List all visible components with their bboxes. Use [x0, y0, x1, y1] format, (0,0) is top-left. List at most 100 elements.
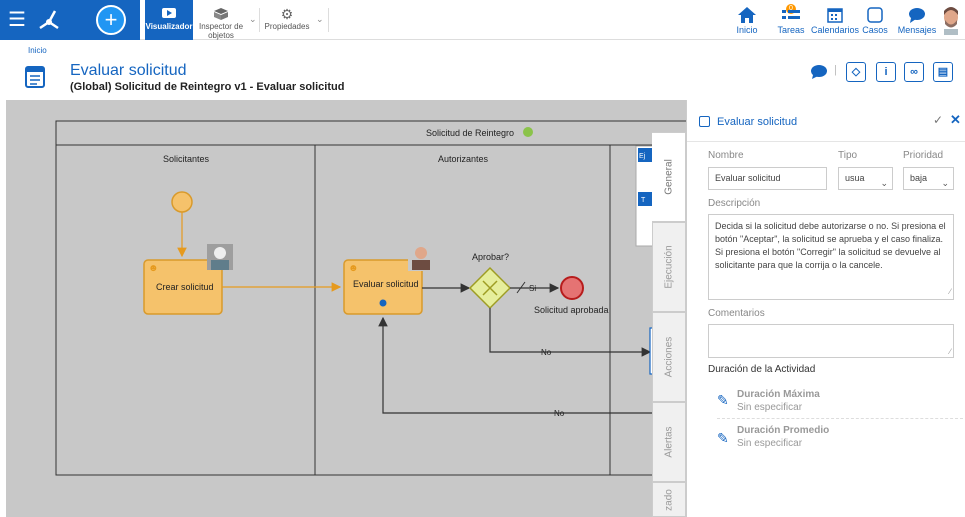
descripcion-field[interactable]: Decida si la solicitud debe autorizarse … — [708, 214, 954, 300]
task-form-icon — [25, 66, 45, 88]
nav-messages[interactable]: Mensajes — [897, 0, 937, 40]
panel-header: Evaluar solicitud ✓ ✕ — [687, 100, 965, 142]
comentarios-label: Comentarios — [708, 308, 765, 319]
nav-home[interactable]: Inicio — [730, 0, 764, 40]
hidden-lane-label: T — [641, 197, 646, 204]
avatar[interactable] — [940, 5, 962, 35]
nav-tasks[interactable]: Tareas — [774, 0, 808, 40]
lane-label: Solicitantes — [163, 154, 210, 164]
properties-button[interactable]: ⚙ Propiedades — [262, 0, 312, 40]
chevron-down-icon[interactable]: ⌄ — [316, 14, 324, 25]
svg-text:☻: ☻ — [348, 263, 359, 274]
nombre-label: Nombre — [708, 150, 744, 161]
nav-cases[interactable]: Casos — [860, 0, 890, 40]
nav-home-label: Inicio — [736, 25, 758, 35]
gear-icon: ⚙ — [280, 6, 294, 22]
resize-handle[interactable]: ∕ — [950, 347, 951, 356]
breadcrumb[interactable]: Inicio — [28, 46, 47, 55]
chat-icon[interactable] — [810, 64, 828, 80]
menu-icon[interactable]: ☰ — [8, 9, 26, 31]
end-event-label: Solicitud aprobada — [534, 305, 609, 315]
inspector-label-1: Inspector de — [198, 22, 244, 31]
tab-label: General — [663, 159, 674, 195]
logo-icon[interactable] — [35, 6, 63, 34]
nav-messages-label: Mensajes — [897, 25, 937, 35]
inspector-button[interactable]: Inspector de objetos — [196, 0, 246, 40]
chevron-down-icon: ⌄ — [941, 178, 949, 188]
descripcion-label: Descripción — [708, 198, 761, 209]
prioridad-select[interactable]: baja ⌄ — [903, 167, 954, 190]
check-icon[interactable]: ✓ — [933, 113, 943, 127]
page-subtitle: (Global) Solicitud de Reintegro v1 - Eva… — [70, 81, 345, 93]
comentarios-field[interactable]: ∕ — [708, 324, 954, 358]
bpmn-diagram: Solicitud de Reintegro Solicitantes Auto… — [55, 120, 686, 476]
flow-label: No — [541, 348, 552, 357]
properties-panel: Evaluar solicitud ✓ ✕ Nombre Tipo Priori… — [686, 100, 965, 517]
flow-label: Si — [529, 284, 536, 293]
resize-handle[interactable]: ∕ — [950, 285, 951, 298]
tab-alertas[interactable]: Alertas — [652, 402, 686, 482]
dur-avg-value: Sin especificar — [737, 438, 803, 449]
top-bar: ☰ + Visualizador Inspector de objetos ⌄ … — [0, 0, 965, 40]
inspector-label-2: objetos — [208, 31, 234, 40]
info-icon[interactable]: i — [876, 62, 896, 82]
pool-label: Solicitud de Reintegro — [426, 128, 514, 138]
svg-text:☻: ☻ — [148, 263, 159, 274]
page-title: Evaluar solicitud — [70, 62, 187, 79]
pencil-icon[interactable]: ✎ — [717, 392, 729, 409]
nav-cases-label: Casos — [862, 25, 888, 35]
tipo-label: Tipo — [838, 150, 858, 161]
help-icon[interactable]: ◇ — [846, 62, 866, 82]
lane-label: Autorizantes — [438, 154, 489, 164]
divider — [328, 8, 329, 32]
divider: | — [834, 64, 837, 76]
start-event — [171, 191, 193, 213]
visualizer-label: Visualizador — [145, 22, 193, 31]
task-label: Evaluar solicitud — [353, 279, 419, 289]
layout-icon[interactable]: ▤ — [933, 62, 953, 82]
pool-status-icon — [523, 127, 533, 137]
vertical-tabs: General Ejecución Acciones Alertas zado — [652, 132, 686, 517]
dur-max-title[interactable]: Duración Máxima — [737, 389, 820, 400]
hidden-lane-label: Ej — [639, 153, 646, 160]
gateway-label: Aprobar? — [472, 252, 509, 262]
nombre-field[interactable]: Evaluar solicitud — [708, 167, 827, 190]
chevron-down-icon[interactable]: ⌄ — [249, 14, 257, 25]
messages-icon — [909, 8, 925, 23]
home-icon — [738, 7, 756, 23]
panel-title: Evaluar solicitud — [717, 116, 798, 128]
close-icon[interactable]: ✕ — [950, 112, 961, 128]
tipo-select[interactable]: usua ⌄ — [838, 167, 893, 190]
attach-icon[interactable]: ∞ — [904, 62, 924, 82]
tab-label: Acciones — [663, 336, 675, 378]
nav-calendars[interactable]: Calendarios — [811, 0, 859, 40]
tab-label: Ejecución — [663, 245, 675, 289]
visualizer-icon — [162, 8, 176, 18]
tab-label: zado — [663, 488, 675, 511]
task-label: Crear solicitud — [156, 282, 214, 292]
dur-max-value: Sin especificar — [737, 402, 803, 413]
inspector-icon — [214, 8, 228, 20]
duracion-section-title: Duración de la Actividad — [708, 364, 816, 375]
element-type-icon — [699, 116, 710, 127]
tipo-value: usua — [845, 173, 865, 183]
flow-label: No — [554, 409, 565, 418]
tab-acciones[interactable]: Acciones — [652, 312, 686, 402]
nav-tasks-label: Tareas — [777, 25, 805, 35]
tab-label: Alertas — [663, 426, 675, 458]
plus-icon[interactable]: + — [96, 5, 126, 35]
cases-icon — [867, 7, 883, 23]
tab-general[interactable]: General — [652, 132, 686, 222]
diagram-canvas[interactable]: Solicitud de Reintegro Solicitantes Auto… — [6, 100, 686, 517]
properties-label: Propiedades — [264, 22, 310, 31]
dur-avg-title[interactable]: Duración Promedio — [737, 425, 829, 436]
pencil-icon[interactable]: ✎ — [717, 430, 729, 447]
calendar-icon — [827, 8, 843, 23]
current-task-marker — [379, 299, 387, 307]
tab-ejecucion[interactable]: Ejecución — [652, 222, 686, 312]
tasks-icon — [782, 10, 800, 19]
divider — [717, 418, 963, 419]
tab-avanzado[interactable]: zado — [652, 482, 686, 517]
visualizer-button[interactable]: Visualizador — [145, 0, 193, 40]
end-event — [560, 276, 584, 300]
